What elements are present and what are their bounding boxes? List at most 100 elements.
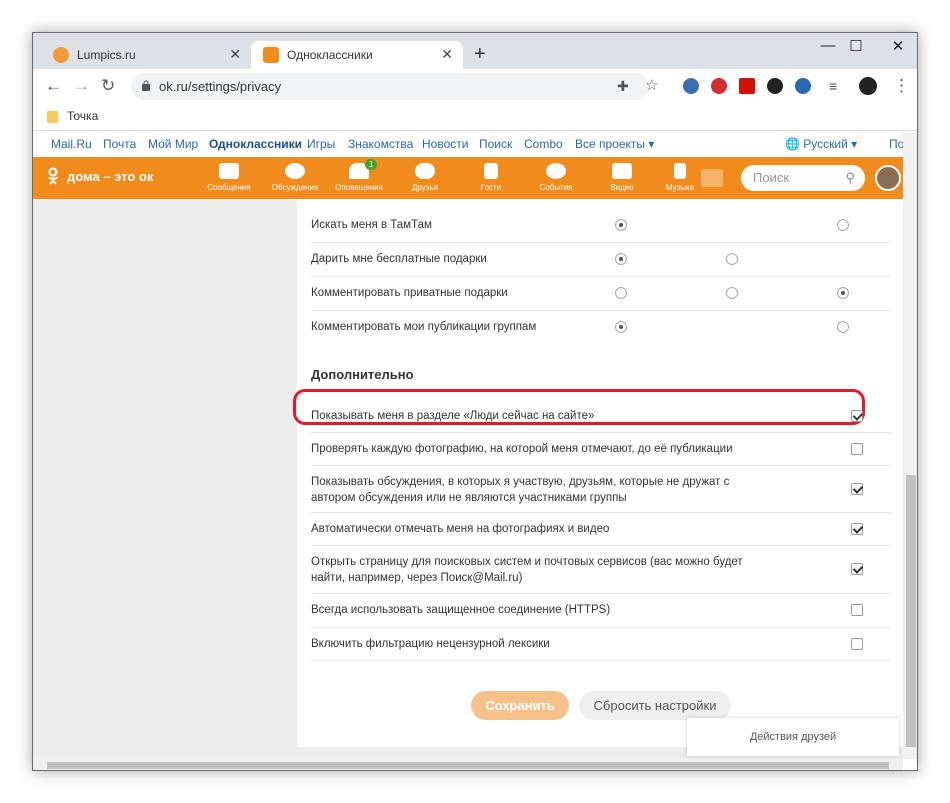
folder-icon	[47, 111, 58, 123]
extension-puzzle-icon[interactable]: ✚	[617, 76, 629, 96]
close-tab-icon[interactable]: ✕	[229, 46, 241, 63]
nav-discussions[interactable]: Обсуждения	[265, 161, 325, 192]
radio-row-gifts: Дарить мне бесплатные подарки	[311, 243, 891, 277]
portal-link-moimir[interactable]: Мой Мир	[148, 137, 198, 151]
scroll-thumb[interactable]	[47, 762, 889, 769]
ok-logo-icon	[48, 167, 58, 185]
nav-notifications[interactable]: 1 Оповещения	[329, 159, 389, 192]
radio-option-1[interactable]	[615, 219, 627, 231]
checkbox[interactable]	[851, 483, 863, 495]
checkbox-row-search-engines: Открыть страницу для поисковых систем и …	[311, 546, 891, 594]
checkbox[interactable]	[851, 410, 863, 422]
search-icon: ⚲	[845, 170, 855, 185]
lock-icon	[142, 80, 150, 91]
portal-link-all[interactable]: Все проекты ▾	[575, 137, 654, 151]
radio-option-3[interactable]	[837, 287, 849, 299]
checkbox[interactable]	[851, 523, 863, 535]
radio-row-group-comments: Комментировать мои публикации группам	[311, 311, 891, 345]
nav-messages[interactable]: Сообщения	[199, 161, 259, 192]
setting-label: Показывать меня в разделе «Люди сейчас н…	[311, 410, 595, 422]
portal-link-novosti[interactable]: Новости	[422, 137, 468, 151]
checkbox[interactable]	[851, 443, 863, 455]
reload-icon[interactable]: ↻	[101, 76, 115, 96]
profile-avatar[interactable]	[859, 77, 877, 95]
reading-list-icon[interactable]: ≡	[829, 76, 837, 96]
maximize-icon[interactable]: ☐	[841, 37, 871, 55]
nav-label: Гости	[480, 183, 502, 192]
portal-link-ok[interactable]: Одноклассники	[209, 137, 302, 151]
close-window-icon[interactable]: ✕	[883, 37, 913, 55]
back-icon[interactable]: ←	[45, 76, 62, 96]
radio-option-3[interactable]	[837, 321, 849, 333]
setting-label: Искать меня в ТамТам	[311, 219, 432, 231]
portal-link-pochta[interactable]: Почта	[103, 137, 136, 151]
nav-label: Видео	[610, 183, 634, 192]
language-select[interactable]: 🌐 Русский ▾	[785, 137, 857, 151]
ok-favicon-icon	[263, 47, 279, 63]
radio-option-2[interactable]	[726, 253, 738, 265]
nav-guests[interactable]: Гости	[461, 161, 521, 192]
vertical-scrollbar[interactable]	[903, 133, 917, 759]
nav-label: Оповещения	[335, 183, 383, 192]
bookmark-star-icon[interactable]: ☆	[645, 76, 658, 96]
save-button[interactable]: Сохранить	[471, 691, 569, 720]
portal-link-igry[interactable]: Игры	[307, 137, 335, 151]
address-bar[interactable]: ok.ru/settings/privacy	[131, 73, 649, 100]
friends-activity-widget[interactable]: Действия друзей	[687, 718, 899, 756]
lastfm-extension-icon[interactable]	[739, 78, 755, 94]
close-tab-icon[interactable]: ✕	[441, 46, 453, 63]
radio-row-tamtam: Искать меня в ТамТам	[311, 209, 891, 243]
setting-label: Проверять каждую фотографию, на которой …	[311, 443, 733, 455]
checkbox[interactable]	[851, 604, 863, 616]
portal-link-mailru[interactable]: Mail.Ru	[51, 137, 92, 151]
portal-link-poisk[interactable]: Поиск	[479, 137, 512, 151]
url-text: ok.ru/settings/privacy	[159, 79, 282, 94]
tab-lumpics[interactable]: Lumpics.ru ✕	[41, 41, 251, 69]
radio-option-1[interactable]	[615, 253, 627, 265]
ok-search-input[interactable]: Поиск ⚲	[741, 165, 865, 191]
checkbox[interactable]	[851, 563, 863, 575]
user-avatar[interactable]	[875, 165, 901, 191]
play-icon[interactable]	[701, 169, 723, 187]
radio-option-1[interactable]	[615, 287, 627, 299]
vpn-extension-icon[interactable]	[683, 78, 699, 94]
setting-label: Всегда использовать защищенное соединени…	[311, 604, 611, 616]
nav-label: События	[539, 183, 573, 192]
lumpics-favicon-icon	[53, 47, 69, 63]
radio-option-2[interactable]	[726, 287, 738, 299]
menu-dots-icon[interactable]: ⋮	[893, 76, 910, 96]
video-camera-icon	[612, 163, 632, 179]
nav-video[interactable]: Видео	[592, 161, 652, 192]
nav-label: Обсуждения	[271, 183, 319, 192]
horizontal-scrollbar[interactable]	[33, 759, 903, 770]
nav-friends[interactable]: Друзья	[395, 161, 455, 192]
nav-events[interactable]: События	[526, 161, 586, 192]
minimize-icon[interactable]: —	[813, 37, 843, 54]
tab-odnoklassniki[interactable]: Одноклассники ✕	[251, 41, 463, 69]
shield-extension-icon[interactable]	[767, 78, 783, 94]
new-tab-icon[interactable]: +	[474, 44, 486, 64]
checkbox-row-auto-tag: Автоматически отмечать меня на фотографи…	[311, 513, 891, 546]
search-placeholder: Поиск	[753, 170, 790, 185]
setting-label: Дарить мне бесплатные подарки	[311, 253, 487, 265]
radio-option-3[interactable]	[837, 219, 849, 231]
portal-link-combo[interactable]: Combo	[524, 137, 563, 151]
radio-option-1[interactable]	[615, 321, 627, 333]
portal-bar: Mail.Ru Почта Мой Мир Одноклассники Игры…	[33, 131, 917, 157]
forward-icon[interactable]: →	[73, 76, 90, 96]
ok-logo[interactable]: дома – это ок	[47, 167, 153, 185]
bookmark-tochka[interactable]: Точка	[67, 109, 98, 123]
reset-settings-button[interactable]: Сбросить настройки	[579, 691, 731, 720]
portal-link-znakomstva[interactable]: Знакомства	[348, 137, 413, 151]
scroll-thumb[interactable]	[906, 475, 916, 747]
nav-label: Сообщения	[207, 183, 251, 192]
browser-window: Lumpics.ru ✕ Одноклассники ✕ + — ☐ ✕ ← →…	[32, 32, 918, 771]
setting-label: Комментировать мои публикации группам	[311, 321, 537, 333]
adblock-extension-icon[interactable]	[711, 78, 727, 94]
title-bar: Lumpics.ru ✕ Одноклассники ✕ + — ☐ ✕	[33, 33, 917, 69]
setting-label: Включить фильтрацию нецензурной лексики	[311, 638, 550, 650]
tab-title: Lumpics.ru	[77, 48, 136, 62]
download-extension-icon[interactable]	[795, 78, 811, 94]
setting-label: Показывать обсуждения, в которых я участ…	[311, 476, 730, 504]
checkbox[interactable]	[851, 638, 863, 650]
